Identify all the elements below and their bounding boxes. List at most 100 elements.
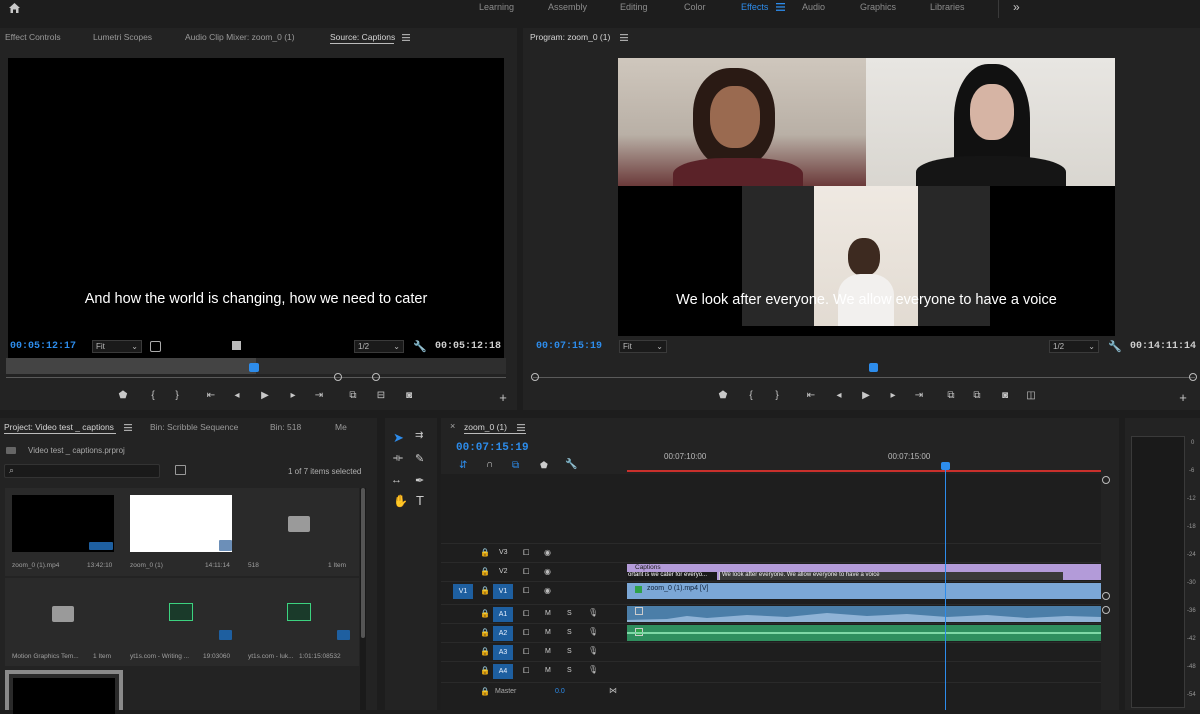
eye-icon[interactable]: ◉ — [544, 567, 551, 576]
sync-lock-icon[interactable]: ⧠ — [523, 586, 529, 596]
time-ruler[interactable]: 00:07:10:00 00:07:15:00 — [627, 448, 1101, 472]
add-marker-icon[interactable]: ⬟ — [540, 460, 548, 471]
zoom-handle-right[interactable] — [372, 373, 380, 381]
comparison-view-icon[interactable]: ◫ — [1024, 390, 1038, 401]
camera-icon[interactable]: ◙ — [402, 390, 416, 401]
solo-button[interactable]: S — [567, 667, 572, 674]
project-item[interactable]: 518 1 Item — [241, 488, 359, 576]
workspace-editing[interactable]: Editing — [620, 2, 648, 12]
lock-icon[interactable]: 🔒 — [480, 586, 490, 595]
eye-icon[interactable]: ◉ — [544, 548, 551, 557]
microphone-icon[interactable]: 🎙 — [588, 665, 598, 674]
scroll-handle-mid[interactable] — [1102, 592, 1110, 600]
track-select-tool-icon[interactable]: ⇉ — [415, 430, 423, 441]
caption-segment[interactable]: ortant is we cater for everyo... — [627, 572, 717, 580]
go-to-out-icon[interactable]: ⇥ — [912, 390, 926, 401]
lock-icon[interactable]: 🔒 — [480, 567, 490, 576]
mark-in-icon[interactable]: { — [146, 390, 160, 401]
lock-icon[interactable]: 🔒 — [480, 666, 490, 675]
track-label[interactable]: A1 — [493, 607, 513, 622]
eye-icon[interactable]: ◉ — [544, 586, 551, 595]
camera-icon[interactable]: ◙ — [998, 390, 1012, 401]
audio-clip[interactable] — [627, 606, 1101, 622]
step-forward-icon[interactable]: ▸ — [286, 390, 300, 401]
program-resolution-select[interactable]: 1/2 ⌄ — [1049, 340, 1099, 353]
tab-bin-518[interactable]: Bin: 518 — [270, 422, 301, 432]
go-to-in-icon[interactable]: ⇤ — [204, 390, 218, 401]
selection-tool-icon[interactable]: ➤ — [393, 430, 404, 446]
ripple-edit-tool-icon[interactable]: ⟛ — [393, 452, 403, 465]
new-bin-from-search-icon[interactable] — [175, 465, 186, 475]
workspace-graphics[interactable]: Graphics — [860, 2, 896, 12]
scroll-handle-top[interactable] — [1102, 476, 1110, 484]
track-label[interactable]: V3 — [499, 549, 508, 556]
zoom-handle-left[interactable] — [531, 373, 539, 381]
lock-icon[interactable]: 🔒 — [480, 687, 490, 696]
sync-lock-icon[interactable]: ⧠ — [523, 666, 529, 676]
lock-icon[interactable]: 🔒 — [480, 628, 490, 637]
workspace-effects[interactable]: Effects — [741, 2, 768, 12]
tab-audio-clip-mixer[interactable]: Audio Clip Mixer: zoom_0 (1) — [185, 32, 295, 42]
mute-button[interactable]: M — [545, 610, 551, 617]
panel-menu-icon[interactable] — [402, 33, 410, 41]
mark-in-icon[interactable]: { — [744, 390, 758, 401]
project-item-selected[interactable] — [5, 670, 123, 714]
linked-selection-icon[interactable]: ⧉ — [512, 460, 519, 471]
hand-tool-icon[interactable]: ✋ — [393, 494, 408, 508]
scrollbar-thumb[interactable] — [361, 488, 365, 638]
source-patch-v1[interactable]: V1 — [453, 584, 473, 599]
pen-tool-icon[interactable]: ✒ — [415, 474, 424, 487]
wrench-icon[interactable]: 🔧 — [413, 340, 427, 353]
panel-menu-icon[interactable] — [124, 423, 132, 431]
track-label[interactable]: V2 — [499, 568, 508, 575]
track-label[interactable]: V1 — [493, 584, 513, 599]
project-item[interactable]: zoom_0 (1) 14:11:14 — [123, 488, 241, 576]
source-playhead[interactable] — [249, 363, 259, 372]
project-item[interactable]: yt1s.com - luk... 1:01:15:08532 — [241, 578, 359, 666]
panel-menu-icon[interactable] — [620, 33, 628, 41]
add-button-icon[interactable]: + — [1176, 390, 1190, 405]
work-area-bar[interactable] — [627, 470, 1101, 472]
sync-lock-icon[interactable]: ⧠ — [523, 567, 529, 577]
zoom-handle-right[interactable] — [1189, 373, 1197, 381]
track-label[interactable]: A3 — [493, 645, 513, 660]
go-to-end-icon[interactable]: ⋈ — [609, 686, 617, 695]
tab-bin-scribble[interactable]: Bin: Scribble Sequence — [150, 422, 238, 432]
zoom-bar[interactable] — [6, 377, 506, 378]
source-scrub-bar[interactable] — [6, 358, 506, 374]
tab-project[interactable]: Project: Video test _ captions — [4, 422, 114, 432]
program-title[interactable]: Program: zoom_0 (1) — [530, 32, 610, 42]
program-playhead[interactable] — [869, 363, 878, 372]
mark-out-icon[interactable]: } — [770, 390, 784, 401]
mute-button[interactable]: M — [545, 629, 551, 636]
lock-icon[interactable]: 🔒 — [480, 647, 490, 656]
track-label[interactable]: A4 — [493, 664, 513, 679]
microphone-icon[interactable]: 🎙 — [588, 608, 598, 617]
sync-lock-icon[interactable]: ⧠ — [523, 647, 529, 657]
workspace-color[interactable]: Color — [684, 2, 706, 12]
project-item[interactable]: Motion Graphics Tem... 1 Item — [5, 578, 123, 666]
tab-more[interactable]: Me — [335, 422, 347, 432]
project-scrollbar[interactable] — [360, 488, 366, 710]
audio-clip[interactable] — [627, 625, 1101, 641]
lock-icon[interactable]: 🔒 — [480, 609, 490, 618]
step-forward-icon[interactable]: ▸ — [886, 390, 900, 401]
play-icon[interactable]: ▶ — [859, 390, 873, 401]
lock-icon[interactable]: 🔒 — [480, 548, 490, 557]
source-zoom-select[interactable]: Fit ⌄ — [92, 340, 142, 353]
wrench-icon[interactable]: 🔧 — [565, 459, 577, 470]
captions-clip[interactable]: Captions ortant is we cater for everyo..… — [627, 564, 1101, 580]
razor-tool-icon[interactable]: ✎ — [415, 452, 424, 465]
wrench-icon[interactable]: 🔧 — [1108, 340, 1122, 353]
scroll-handle-audio[interactable] — [1102, 606, 1110, 614]
timeline-playhead[interactable] — [940, 462, 950, 710]
go-to-in-icon[interactable]: ⇤ — [804, 390, 818, 401]
program-scrub-bar[interactable] — [533, 377, 1195, 378]
add-marker-icon[interactable]: ⬟ — [716, 390, 730, 401]
caption-segment[interactable]: We look after everyone. We allow everyon… — [719, 572, 1063, 580]
zoom-handle-left[interactable] — [334, 373, 342, 381]
sync-lock-icon[interactable]: ⧠ — [523, 548, 529, 558]
solo-button[interactable]: S — [567, 610, 572, 617]
add-button-icon[interactable]: + — [496, 390, 510, 405]
overflow-icon[interactable]: » — [1013, 0, 1020, 14]
